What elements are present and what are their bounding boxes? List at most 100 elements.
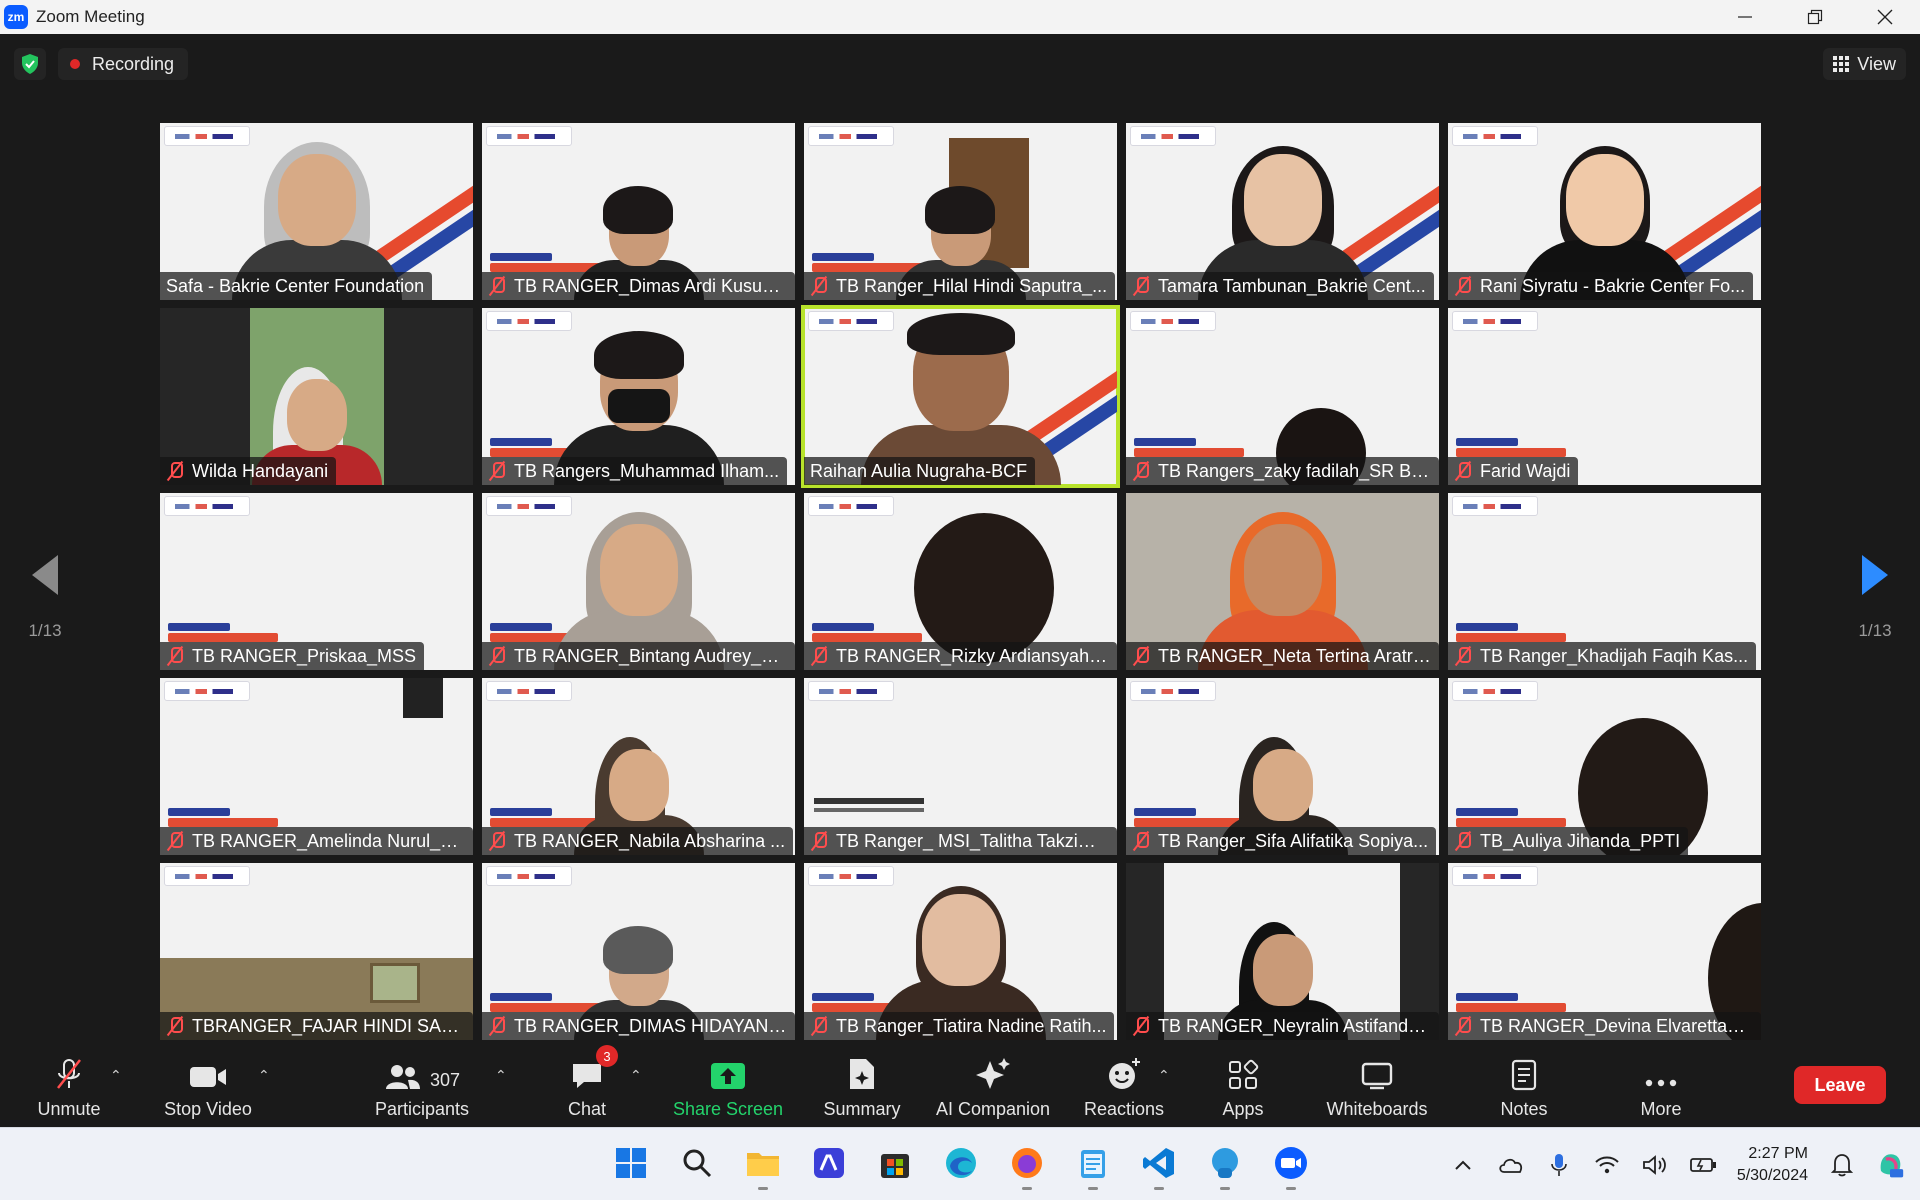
participants-options-chevron-icon[interactable]: ⌃: [495, 1067, 507, 1084]
encryption-shield-button[interactable]: [14, 48, 46, 80]
more-button[interactable]: More: [1636, 1057, 1686, 1123]
video-tile-active-speaker[interactable]: Raihan Aulia Nugraha-BCF: [801, 305, 1120, 488]
participant-name: TB Ranger_Khadijah Faqih Kas...: [1448, 642, 1757, 670]
video-options-chevron-icon[interactable]: ⌃: [258, 1067, 270, 1084]
participant-name: TB RANGER_Rizky Ardiansyah_...: [804, 642, 1117, 670]
arrow-left-icon: [32, 555, 58, 595]
volume-tray-button[interactable]: [1641, 1151, 1669, 1179]
recording-indicator[interactable]: Recording: [58, 48, 189, 80]
video-tile[interactable]: TB RANGER_Devina Elvaretta_ILS: [1448, 863, 1761, 1040]
apps-label: Apps: [1222, 1099, 1264, 1119]
video-tile[interactable]: Wilda Handayani: [160, 308, 473, 485]
summary-button[interactable]: Summary: [820, 1057, 904, 1123]
firefox-taskbar-button[interactable]: [1002, 1138, 1052, 1190]
summary-label: Summary: [823, 1099, 901, 1119]
participants-button[interactable]: 307 Participants: [372, 1057, 472, 1123]
participant-name: TB RANGER_Nabila Absharina ...: [482, 827, 794, 855]
apps-button[interactable]: Apps: [1218, 1057, 1268, 1123]
onedrive-tray-button[interactable]: [1497, 1151, 1525, 1179]
muted-mic-icon: [1132, 276, 1150, 296]
apps-icon: [1229, 1059, 1259, 1089]
share-screen-button[interactable]: Share Screen: [672, 1057, 784, 1123]
teams-app-taskbar-button[interactable]: [1200, 1138, 1250, 1190]
file-explorer-taskbar-button[interactable]: [738, 1138, 788, 1190]
video-tile[interactable]: TB Rangers_Muhammad Ilham...: [482, 308, 795, 485]
stop-video-button[interactable]: Stop Video: [160, 1057, 256, 1123]
previous-page-button[interactable]: 1/13: [10, 555, 80, 641]
muted-mic-icon: [1132, 646, 1150, 666]
close-button[interactable]: [1850, 0, 1920, 34]
participant-name: Raihan Aulia Nugraha-BCF: [804, 457, 1036, 485]
battery-tray-button[interactable]: [1689, 1151, 1717, 1179]
microphone-tray-button[interactable]: [1545, 1151, 1573, 1179]
video-tile[interactable]: TB Ranger_Khadijah Faqih Kas...: [1448, 493, 1761, 670]
edge-taskbar-button[interactable]: [936, 1138, 986, 1188]
search-button[interactable]: [672, 1138, 722, 1188]
view-button[interactable]: View: [1823, 48, 1906, 80]
window-title: Zoom Meeting: [36, 7, 145, 26]
participant-name: TB Rangers_Muhammad Ilham...: [482, 457, 788, 485]
video-tile[interactable]: TB RANGER_Amelinda Nurul_S...: [160, 678, 473, 855]
video-tile[interactable]: TB RANGER_Bintang Audrey_M...: [482, 493, 795, 670]
video-tile[interactable]: TB RANGER_Priskaa_MSS: [160, 493, 473, 670]
minimize-button[interactable]: [1710, 0, 1780, 34]
video-tile[interactable]: TB Rangers_zaky fadilah_SR Ba...: [1126, 308, 1439, 485]
video-tile[interactable]: TB RANGER_DIMAS HIDAYANT...: [482, 863, 795, 1040]
restore-button[interactable]: [1780, 0, 1850, 34]
video-tile[interactable]: Tamara Tambunan_Bakrie Cent...: [1126, 123, 1439, 300]
whiteboards-button[interactable]: Whiteboards: [1322, 1057, 1432, 1123]
participant-name: Wilda Handayani: [160, 457, 337, 485]
notes-icon: [1511, 1059, 1537, 1091]
video-tile[interactable]: Safa - Bakrie Center Foundation: [160, 123, 473, 300]
reactions-button[interactable]: Reactions: [1082, 1057, 1166, 1123]
notepad-taskbar-button[interactable]: [1068, 1138, 1118, 1190]
muted-mic-icon: [1454, 1016, 1472, 1036]
notes-button[interactable]: Notes: [1496, 1057, 1552, 1123]
copilot-tray-button[interactable]: [1876, 1151, 1904, 1179]
chat-button[interactable]: 3 Chat: [562, 1045, 618, 1123]
video-tile[interactable]: TB Ranger_Sifa Alifatika Sopiya...: [1126, 678, 1439, 855]
ai-companion-button[interactable]: AI Companion: [932, 1057, 1054, 1123]
vscode-taskbar-button[interactable]: [1134, 1138, 1184, 1190]
chat-options-chevron-icon[interactable]: ⌃: [630, 1067, 642, 1084]
notifications-tray-button[interactable]: [1828, 1151, 1856, 1179]
next-page-button[interactable]: 1/13: [1840, 555, 1910, 641]
participant-name: TB RANGER_Neyralin Astifanda...: [1126, 1012, 1439, 1040]
folder-icon: [747, 1153, 779, 1176]
video-tile[interactable]: TB Ranger_Hilal Hindi Saputra_...: [804, 123, 1117, 300]
video-tile[interactable]: TBRANGER_FAJAR HINDI SAPU...: [160, 863, 473, 1040]
zoom-taskbar-button[interactable]: [1266, 1138, 1316, 1190]
search-icon: [683, 1149, 712, 1178]
video-tile[interactable]: TB RANGER_Nabila Absharina ...: [482, 678, 795, 855]
audio-options-chevron-icon[interactable]: ⌃: [110, 1067, 122, 1084]
microsoft-store-taskbar-button[interactable]: [870, 1138, 920, 1188]
clock-date: 5/30/2024: [1736, 1166, 1808, 1184]
muted-mic-icon: [810, 276, 828, 296]
video-tile[interactable]: TB RANGER_Neyralin Astifanda...: [1126, 863, 1439, 1040]
arrow-right-icon: [1862, 555, 1888, 595]
muted-mic-icon: [1454, 831, 1472, 851]
reactions-options-chevron-icon[interactable]: ⌃: [1158, 1067, 1170, 1084]
video-tile[interactable]: TB Ranger_ MSI_Talitha Takzim ...: [804, 678, 1117, 855]
network-tray-button[interactable]: [1593, 1151, 1621, 1179]
video-tile[interactable]: TB_Auliya Jihanda_PPTI: [1448, 678, 1761, 855]
muted-mic-icon: [810, 1016, 828, 1036]
participant-name: TBRANGER_FAJAR HINDI SAPU...: [160, 1012, 473, 1040]
video-tile[interactable]: Rani Siyratu - Bakrie Center Fo...: [1448, 123, 1761, 300]
video-tile[interactable]: TB RANGER_Neta Tertina Aratri...: [1126, 493, 1439, 670]
taskbar-clock[interactable]: 2:27 PM 5/30/2024: [1737, 1143, 1808, 1187]
show-hidden-icons-button[interactable]: [1449, 1151, 1477, 1179]
leave-meeting-button[interactable]: Leave: [1794, 1066, 1886, 1104]
visual-studio-taskbar-button[interactable]: [804, 1138, 854, 1188]
start-button[interactable]: [606, 1138, 656, 1188]
grid-view-icon: [1833, 56, 1850, 72]
wifi-icon: [1595, 1156, 1619, 1173]
clock-time: 2:27 PM: [1748, 1144, 1808, 1162]
unmute-button[interactable]: Unmute: [34, 1057, 104, 1123]
video-tile[interactable]: TB RANGER_Dimas Ardi Kusum...: [482, 123, 795, 300]
video-tile[interactable]: TB RANGER_Rizky Ardiansyah_...: [804, 493, 1117, 670]
window-controls: [1710, 0, 1920, 34]
video-tile[interactable]: Farid Wajdi: [1448, 308, 1761, 485]
video-tile[interactable]: TB Ranger_Tiatira Nadine Ratih...: [804, 863, 1117, 1040]
zoom-logo-icon: zm: [4, 5, 28, 29]
